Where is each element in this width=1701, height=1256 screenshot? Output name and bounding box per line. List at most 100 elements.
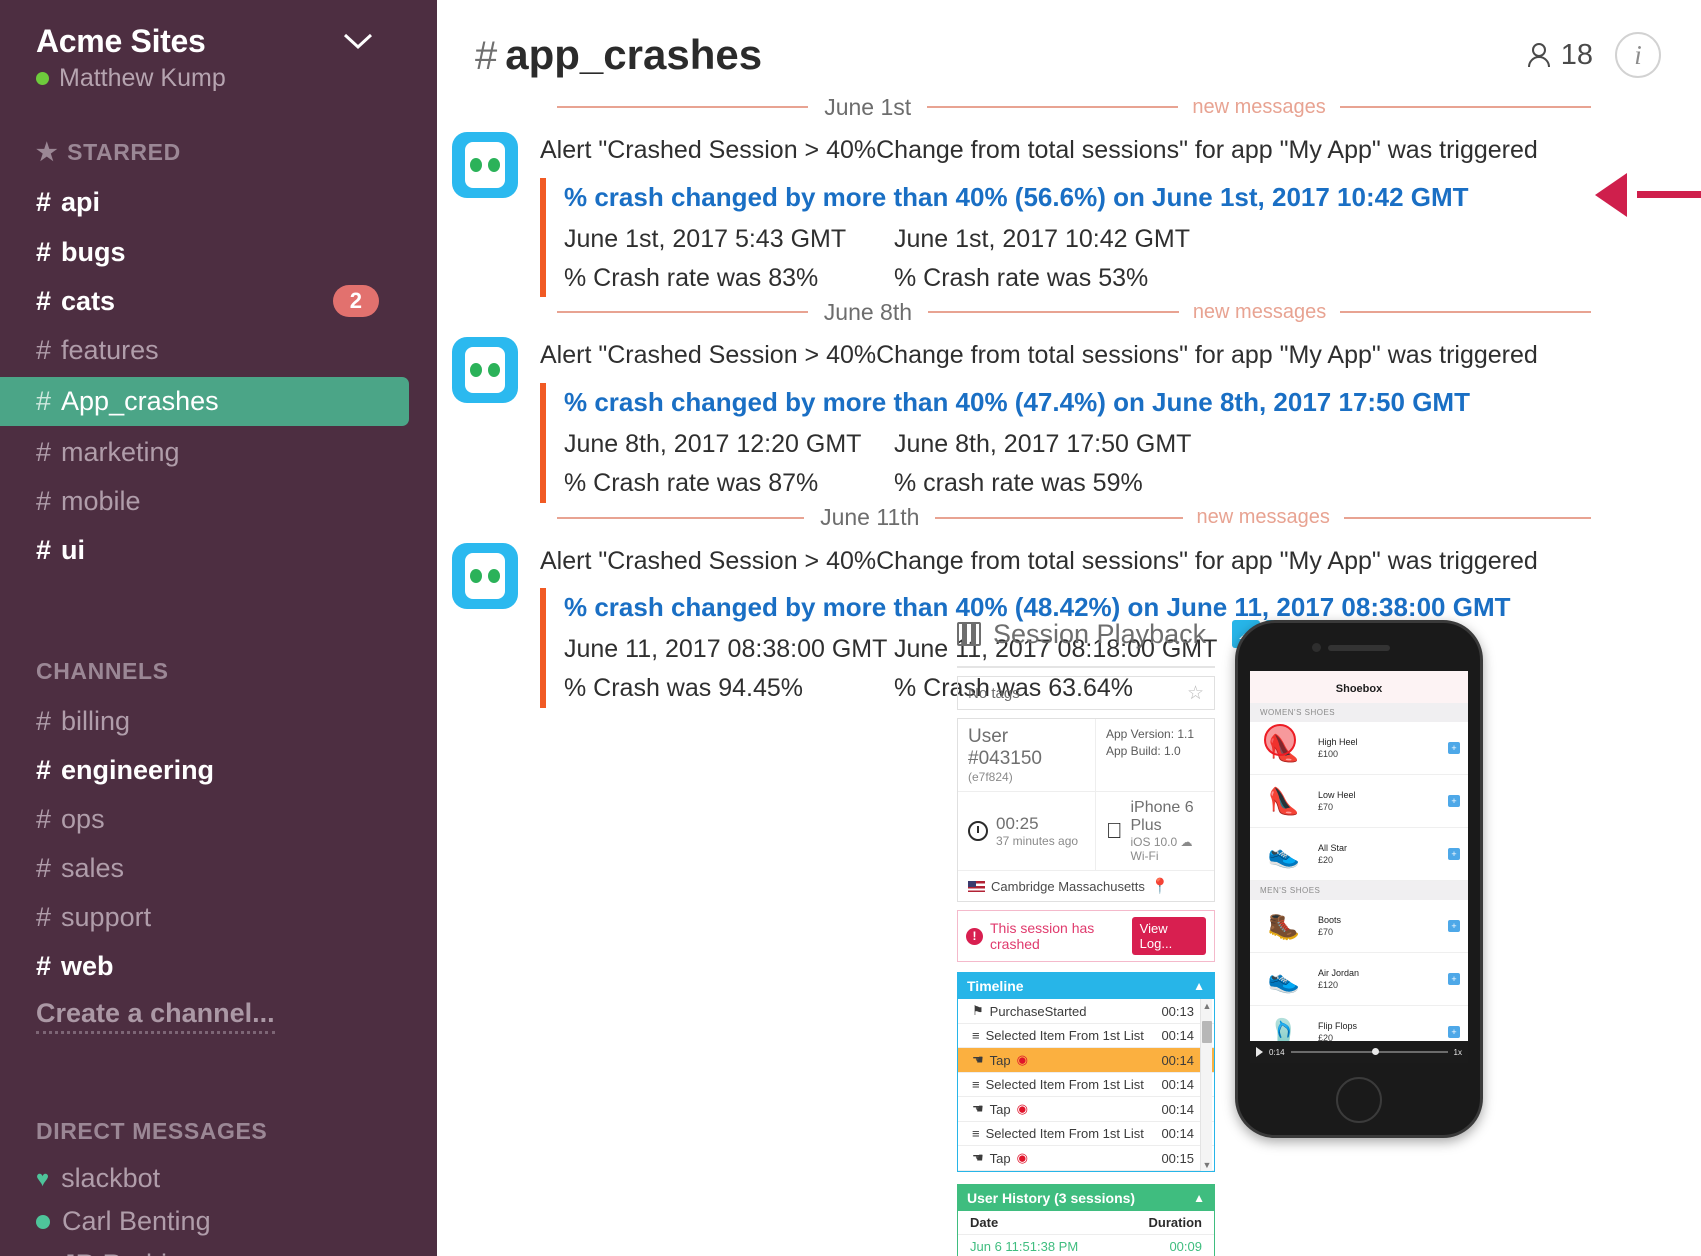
- divider-line: [935, 516, 1183, 519]
- product-image: 👠: [1267, 786, 1301, 816]
- sidebar-item-ui[interactable]: # ui: [0, 526, 437, 575]
- create-channel-button[interactable]: Create a channel...: [0, 991, 437, 1036]
- sidebar-item-api[interactable]: # api: [0, 178, 437, 227]
- new-messages-label: new messages: [1192, 300, 1327, 323]
- day-label: June 8th: [823, 298, 913, 325]
- divider-line: [1343, 516, 1592, 519]
- add-to-cart-icon[interactable]: +: [1448, 920, 1460, 932]
- annotation-arrow-head: [1595, 173, 1627, 217]
- sidebar-item-features[interactable]: # features: [0, 326, 437, 375]
- avatar: [452, 337, 518, 404]
- channel-header: # app_crashes 18 i: [437, 0, 1701, 92]
- product-row[interactable]: 👠 High Heel £100 +: [1250, 722, 1468, 775]
- timeline-label: Tap: [989, 1101, 1011, 1117]
- playback-controls[interactable]: 0:14 1x: [1250, 1041, 1468, 1063]
- product-row[interactable]: 🥾 Boots £70 +: [1250, 900, 1468, 953]
- attachment-field-rate-1: % Crash rate was 83%: [564, 263, 819, 292]
- day-label: June 1st: [824, 93, 912, 120]
- player-track[interactable]: [1290, 1048, 1448, 1055]
- product-name: Boots: [1318, 915, 1342, 925]
- timeline-row[interactable]: ≡ Selected Item From 1st List 00:14: [958, 1122, 1214, 1146]
- sidebar-item-ops[interactable]: # ops: [0, 795, 437, 844]
- play-icon[interactable]: [1256, 1047, 1263, 1057]
- product-row[interactable]: 👟 Air Jordan £120 +: [1250, 953, 1468, 1006]
- add-to-cart-icon[interactable]: +: [1448, 848, 1460, 860]
- sidebar-item-label: ops: [61, 803, 105, 834]
- add-to-cart-icon[interactable]: +: [1448, 795, 1460, 807]
- message-text: Alert "Crashed Session > 40%Change from …: [540, 136, 1538, 164]
- add-to-cart-icon[interactable]: +: [1448, 1026, 1460, 1038]
- starred-label-text: STARRED: [67, 139, 181, 166]
- starred-channel-list: # api # bugs # cats 2 # features # App_crashes # mar…: [0, 178, 437, 575]
- product-name: Air Jordan: [1318, 968, 1360, 978]
- timeline-scrollbar[interactable]: ▲ ▼: [1200, 999, 1212, 1171]
- product-row[interactable]: 👠 Low Heel £70 +: [1250, 775, 1468, 828]
- info-icon[interactable]: i: [1615, 32, 1661, 78]
- scrollbar-thumb[interactable]: [1202, 1021, 1212, 1043]
- user-history-header[interactable]: User History (3 sessions) ▲: [958, 1185, 1214, 1211]
- timeline-row[interactable]: ⚑ PurchaseStarted 00:13: [958, 999, 1214, 1024]
- view-log-button[interactable]: View Log...: [1131, 917, 1206, 955]
- collapse-caret-icon-2[interactable]: ▲: [1193, 1191, 1205, 1205]
- hash-icon: #: [36, 705, 52, 736]
- collapse-caret-icon[interactable]: ▲: [1193, 979, 1205, 993]
- dm-item[interactable]: JR Rodriguez: [0, 1243, 437, 1256]
- sidebar-item-app_crashes[interactable]: # App_crashes: [0, 376, 409, 427]
- product-section-heading: WOMEN'S SHOES: [1250, 703, 1468, 722]
- tags-input[interactable]: No tags ☆: [957, 676, 1215, 710]
- divider-line: [1339, 106, 1592, 108]
- network-type: Wi-Fi: [1114, 835, 1198, 863]
- sidebar-item-marketing[interactable]: # marketing: [0, 428, 437, 477]
- member-count-value: 18: [1560, 38, 1593, 71]
- player-speed[interactable]: 1x: [1454, 1048, 1462, 1057]
- error-icon: ◉: [1016, 1052, 1028, 1067]
- sidebar-item-mobile[interactable]: # mobile: [0, 477, 437, 526]
- scroll-down-icon[interactable]: ▼: [1201, 1158, 1213, 1171]
- attachment: % crash changed by more than 40% (47.4%)…: [540, 383, 1701, 503]
- attachment-link[interactable]: % crash changed by more than 40% (47.4%)…: [564, 383, 1701, 422]
- member-count[interactable]: 18: [1526, 39, 1593, 72]
- app-build: App Build: 1.0: [1106, 744, 1181, 759]
- timeline-row[interactable]: ≡ Selected Item From 1st List 00:14: [958, 1073, 1214, 1097]
- product-list: WOMEN'S SHOES 👠 High Heel £100 + 👠 Low Heel £70…: [1250, 703, 1468, 1059]
- product-image: 👟: [1267, 964, 1301, 994]
- add-to-cart-icon[interactable]: +: [1448, 742, 1460, 754]
- sidebar-item-bugs[interactable]: # bugs: [0, 228, 437, 277]
- presence-dot-icon: [36, 72, 49, 86]
- timeline-row[interactable]: ≡ Selected Item From 1st List 00:14: [958, 1024, 1214, 1048]
- player-scrubber[interactable]: [1372, 1048, 1380, 1055]
- sidebar-item-billing[interactable]: # billing: [0, 697, 437, 746]
- timeline-header[interactable]: Timeline ▲: [958, 973, 1214, 999]
- product-row[interactable]: 👟 All Star £20 +: [1250, 828, 1468, 881]
- sidebar-item-cats[interactable]: # cats 2: [0, 277, 437, 326]
- slack-window: Acme Sites Matthew Kump ★ STARRED # api # b…: [0, 0, 1701, 1256]
- main-panel: # app_crashes 18 i June 1st new messages A…: [437, 0, 1701, 1256]
- crash-alert-bar: ! This session has crashed View Log...: [957, 910, 1215, 962]
- divider-line: [927, 106, 1179, 108]
- timeline-row[interactable]: ☚ Tap ◉ 00:14: [958, 1097, 1214, 1122]
- scroll-up-icon[interactable]: ▲: [1201, 999, 1213, 1012]
- sidebar-item-engineering[interactable]: # engineering: [0, 746, 437, 795]
- user-history-row[interactable]: Jun 6 11:51:38 PM 00:09: [958, 1235, 1214, 1256]
- dm-item[interactable]: ♥ slackbot: [0, 1157, 437, 1200]
- chevron-down-icon[interactable]: [343, 32, 373, 50]
- sidebar-item-web[interactable]: # web: [0, 942, 437, 991]
- timeline-time: 00:14: [1161, 1126, 1194, 1141]
- team-header[interactable]: Acme Sites Matthew Kump: [0, 22, 437, 93]
- apple-icon: : [1106, 820, 1123, 842]
- timeline-time: 00:13: [1161, 1003, 1194, 1019]
- sidebar-item-support[interactable]: # support: [0, 893, 437, 942]
- favorite-star-icon[interactable]: ☆: [1187, 682, 1204, 705]
- timeline-row[interactable]: ☚ Tap ◉ 00:15: [958, 1146, 1214, 1171]
- attachment-link[interactable]: % crash changed by more than 40% (56.6%)…: [564, 178, 1701, 217]
- add-to-cart-icon[interactable]: +: [1448, 973, 1460, 985]
- hash-icon: #: [36, 754, 52, 785]
- hash-icon: #: [36, 236, 52, 267]
- sidebar-item-label: marketing: [61, 437, 180, 468]
- hash-icon: #: [36, 902, 52, 933]
- product-image: 🥾: [1267, 911, 1301, 941]
- sidebar-item-sales[interactable]: # sales: [0, 844, 437, 893]
- timeline-row[interactable]: ☚ Tap ◉ 00:14: [958, 1048, 1214, 1073]
- sidebar-item-label: App_crashes: [61, 385, 219, 416]
- dm-item[interactable]: Carl Benting: [0, 1200, 437, 1243]
